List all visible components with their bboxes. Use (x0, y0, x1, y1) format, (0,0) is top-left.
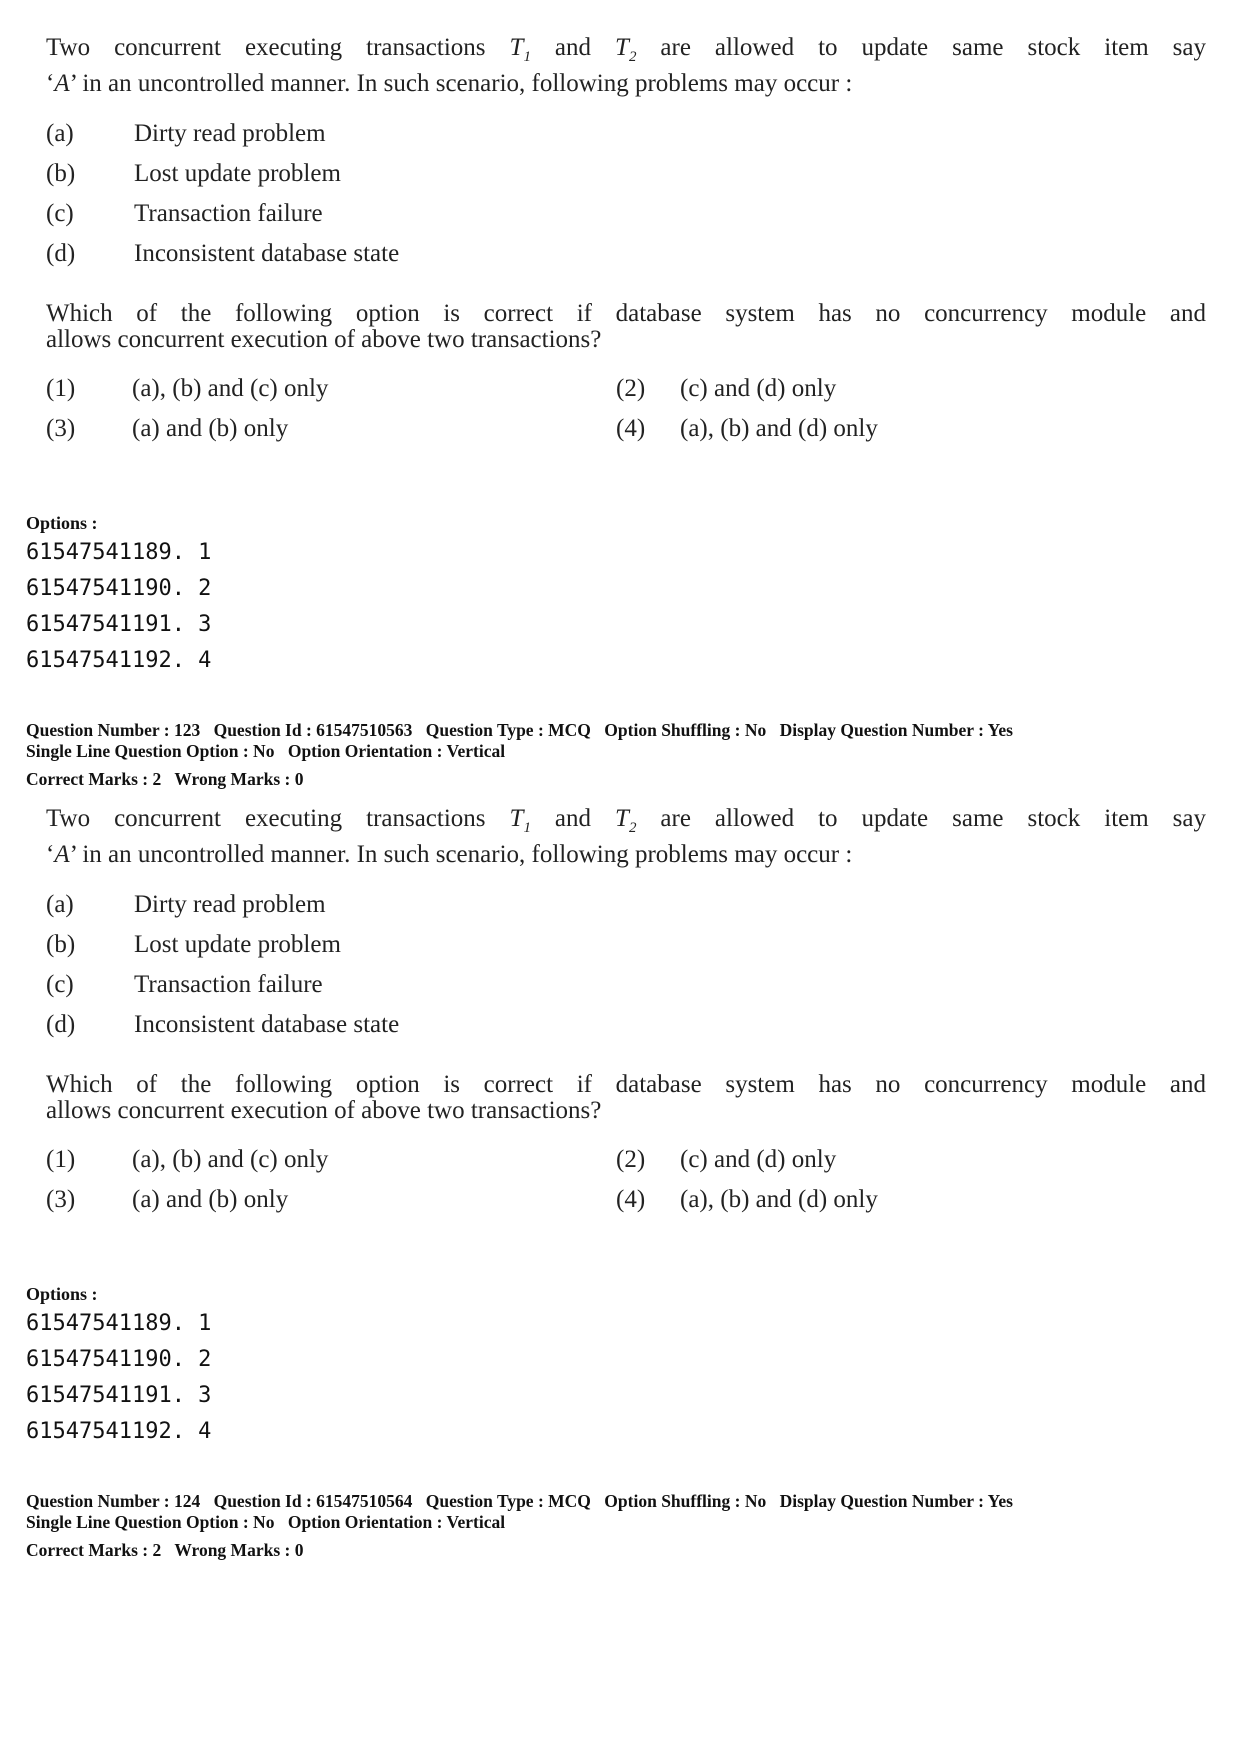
option-orientation: Option Orientation : Vertical (287, 1512, 506, 1532)
item-text: Inconsistent database state (134, 1011, 400, 1038)
option-id-row: 61547541190. 2 (26, 1347, 212, 1372)
question-number: Question Number : 123 (26, 720, 201, 740)
item-text: Transaction failure (134, 971, 323, 998)
wrong-marks: Wrong Marks : 0 (174, 1540, 304, 1560)
answer-text: (a), (b) and (d) only (680, 415, 878, 442)
question-prompt-line-2: allows concurrent execution of above two… (46, 1097, 602, 1124)
stem-text: Two concurrent executing transactions (46, 805, 510, 832)
var-t1: T1 (509, 34, 531, 65)
answer-text: (a) and (b) only (132, 1186, 289, 1213)
question-meta-line-1: Question Number : 123 Question Id : 6154… (26, 720, 1022, 741)
item-label: (d) (46, 1011, 76, 1038)
question-meta-line-2: Single Line Question Option : No Option … (26, 1512, 514, 1533)
answer-number: (3) (46, 1186, 76, 1213)
option-shuffling: Option Shuffling : No (604, 720, 767, 740)
option-id-row: 61547541192. 4 (26, 648, 212, 673)
option-id-row: 61547541190. 2 (26, 576, 212, 601)
option-id-row: 61547541192. 4 (26, 1419, 212, 1444)
var-t2: T2 (615, 34, 637, 65)
answer-text: (c) and (d) only (680, 1146, 837, 1173)
answer-number: (1) (46, 1146, 76, 1173)
display-question-number: Display Question Number : Yes (779, 720, 1013, 740)
question-marks: Correct Marks : 2 Wrong Marks : 0 (26, 1540, 312, 1561)
answer-text: (a), (b) and (c) only (132, 375, 329, 402)
answer-text: (a) and (b) only (132, 415, 289, 442)
answer-number: (2) (616, 1146, 646, 1173)
question-prompt-line-1: Which of the following option is correct… (46, 300, 1206, 327)
option-id-row: 61547541191. 3 (26, 612, 212, 637)
stem-text: in an uncontrolled manner. In such scena… (76, 841, 853, 868)
wrong-marks: Wrong Marks : 0 (174, 769, 304, 789)
item-label: (b) (46, 160, 76, 187)
item-label: (d) (46, 240, 76, 267)
option-id-row: 61547541189. 1 (26, 540, 212, 565)
option-shuffling: Option Shuffling : No (604, 1491, 767, 1511)
item-text: Transaction failure (134, 200, 323, 227)
question-marks: Correct Marks : 2 Wrong Marks : 0 (26, 769, 312, 790)
question-id: Question Id : 61547510563 (213, 720, 413, 740)
answer-number: (1) (46, 375, 76, 402)
stem-text: and (530, 805, 616, 832)
stem-text: are allowed to update same stock item sa… (636, 805, 1207, 832)
question-prompt-line-1: Which of the following option is correct… (46, 1071, 1206, 1098)
answer-text: (c) and (d) only (680, 375, 837, 402)
option-id-row: 61547541189. 1 (26, 1311, 212, 1336)
item-text: Dirty read problem (134, 120, 326, 147)
answer-number: (4) (616, 415, 646, 442)
options-header: Options : (26, 1284, 98, 1304)
question-meta-line-2: Single Line Question Option : No Option … (26, 741, 514, 762)
option-orientation: Option Orientation : Vertical (287, 741, 506, 761)
item-text: Lost update problem (134, 931, 341, 958)
stem-text: and (530, 34, 616, 61)
answer-text: (a), (b) and (d) only (680, 1186, 878, 1213)
stem-text: Two concurrent executing transactions (46, 34, 510, 61)
item-label: (a) (46, 120, 74, 147)
question-stem-line-2: ‘A’ in an uncontrolled manner. In such s… (46, 70, 853, 97)
var-t2: T2 (615, 805, 637, 836)
correct-marks: Correct Marks : 2 (26, 769, 162, 789)
single-line-option: Single Line Question Option : No (26, 741, 275, 761)
answer-number: (2) (616, 375, 646, 402)
var-a: A (54, 841, 70, 868)
item-label: (c) (46, 200, 74, 227)
answer-number: (3) (46, 415, 76, 442)
answer-text: (a), (b) and (c) only (132, 1146, 329, 1173)
question-type: Question Type : MCQ (425, 720, 591, 740)
item-text: Inconsistent database state (134, 240, 400, 267)
question-stem-line-1: Two concurrent executing transactions T1… (46, 805, 1206, 837)
var-t1: T1 (509, 805, 531, 836)
question-prompt-line-2: allows concurrent execution of above two… (46, 326, 602, 353)
question-stem-line-1: Two concurrent executing transactions T1… (46, 34, 1206, 66)
item-text: Lost update problem (134, 160, 341, 187)
answer-number: (4) (616, 1186, 646, 1213)
question-type: Question Type : MCQ (425, 1491, 591, 1511)
option-id-row: 61547541191. 3 (26, 1383, 212, 1408)
display-question-number: Display Question Number : Yes (779, 1491, 1013, 1511)
options-header: Options : (26, 513, 98, 533)
item-label: (a) (46, 891, 74, 918)
stem-text: in an uncontrolled manner. In such scena… (76, 70, 853, 97)
question-meta-line-1: Question Number : 124 Question Id : 6154… (26, 1491, 1022, 1512)
correct-marks: Correct Marks : 2 (26, 1540, 162, 1560)
item-label: (b) (46, 931, 76, 958)
question-number: Question Number : 124 (26, 1491, 201, 1511)
question-id: Question Id : 61547510564 (213, 1491, 413, 1511)
question-stem-line-2: ‘A’ in an uncontrolled manner. In such s… (46, 841, 853, 868)
item-label: (c) (46, 971, 74, 998)
stem-text: are allowed to update same stock item sa… (636, 34, 1207, 61)
var-a: A (54, 70, 70, 97)
single-line-option: Single Line Question Option : No (26, 1512, 275, 1532)
item-text: Dirty read problem (134, 891, 326, 918)
